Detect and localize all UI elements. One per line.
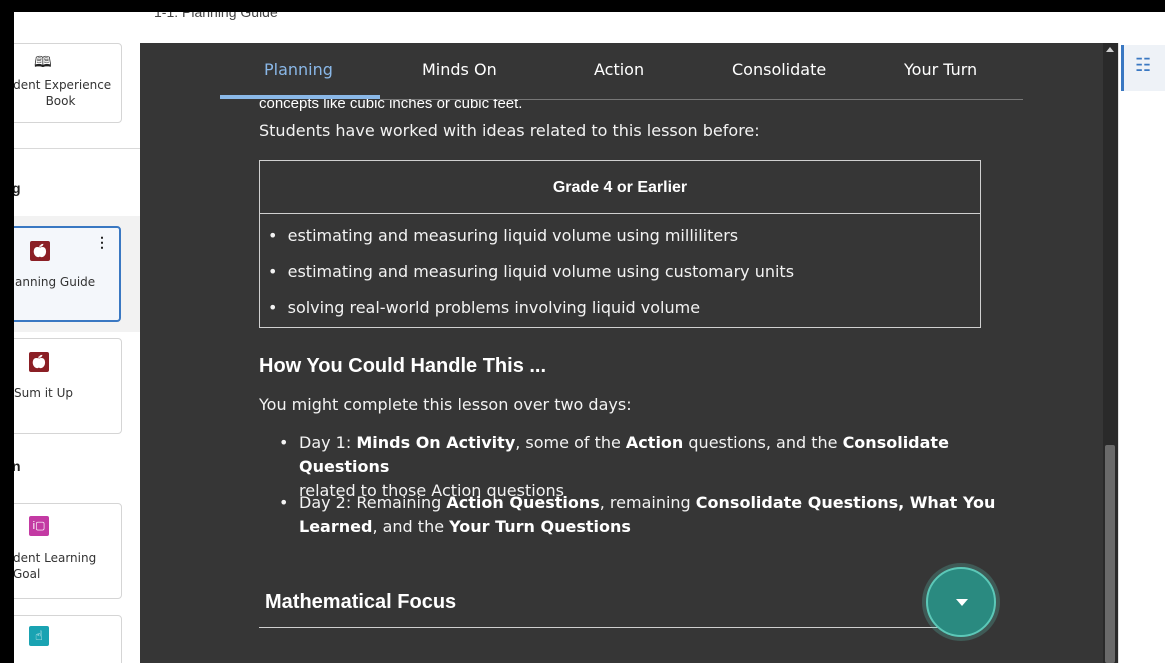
expand-section-button[interactable] xyxy=(926,567,996,637)
scrollbar[interactable] xyxy=(1103,43,1118,663)
list-item: • estimating and measuring liquid volume… xyxy=(268,262,795,281)
sidebar-section-label: n xyxy=(14,458,21,474)
intro-text: Students have worked with ideas related … xyxy=(259,121,760,140)
active-tab-indicator xyxy=(220,95,380,99)
chevron-down-icon xyxy=(956,599,968,606)
tab-bar: Planning Minds On Action Consolidate You… xyxy=(220,43,1023,100)
window-frame-left xyxy=(0,0,14,663)
list-item: • estimating and measuring liquid volume… xyxy=(268,226,739,245)
apple-icon: 🍎︎ xyxy=(29,352,49,372)
sidebar-item-activity[interactable]: ☝︎ xyxy=(14,615,122,663)
scrollbar-thumb[interactable] xyxy=(1105,445,1115,663)
list-icon: ☷ xyxy=(1135,55,1152,75)
grade-table: Grade 4 or Earlier • estimating and meas… xyxy=(259,160,981,328)
hand-pointer-icon: ☝︎ xyxy=(29,626,49,646)
sidebar-item-label: anning Guide xyxy=(15,275,96,289)
list-item: • solving real-world problems involving … xyxy=(268,298,701,317)
sidebar-item-experience-book[interactable]: 🕮 ident Experience Book xyxy=(14,43,122,123)
breadcrumb-text: 1-1: Planning Guide xyxy=(154,12,278,20)
sidebar-item-planning-guide[interactable]: 🍎︎ ⋮ anning Guide xyxy=(14,226,121,322)
handle-intro-text: You might complete this lesson over two … xyxy=(259,395,632,414)
list-item-day2: • Day 2: Remaining Action Questions, rem… xyxy=(279,493,996,536)
tab-minds-on[interactable]: Minds On xyxy=(422,60,497,79)
section-heading-handle: How You Could Handle This ... xyxy=(259,355,547,377)
section-divider xyxy=(259,627,974,628)
sidebar-divider xyxy=(14,148,140,149)
learning-goal-icon: i▢ xyxy=(29,516,49,536)
apple-icon: 🍎︎ xyxy=(30,241,50,261)
breadcrumb: 1-1: Planning Guide xyxy=(140,12,1165,43)
sidebar-item-label: Sum it Up xyxy=(14,386,73,400)
sidebar-item-sum-it-up[interactable]: 🍎︎ Sum it Up xyxy=(14,338,122,434)
table-heading: Grade 4 or Earlier xyxy=(260,161,980,214)
book-icon: 🕮 xyxy=(34,54,52,71)
right-rail: ☷ xyxy=(1118,43,1165,663)
content-panel[interactable]: Planning Minds On Action Consolidate You… xyxy=(140,43,1103,663)
sidebar-item-label: dent Learning Goal xyxy=(14,551,97,581)
window-frame-top xyxy=(0,0,1165,12)
section-heading-focus: Mathematical Focus xyxy=(265,591,457,613)
lesson-sidebar[interactable]: 🕮 ident Experience Book g 🍎︎ ⋮ anning Gu… xyxy=(14,12,140,663)
tab-consolidate[interactable]: Consolidate xyxy=(732,60,826,79)
sidebar-section-label: g xyxy=(14,180,21,196)
tab-planning[interactable]: Planning xyxy=(264,60,333,79)
sidebar-item-learning-goal[interactable]: i▢ dent Learning Goal xyxy=(14,503,122,599)
table-of-contents-button[interactable]: ☷ xyxy=(1121,45,1165,91)
scroll-up-icon[interactable] xyxy=(1106,47,1114,52)
tab-action[interactable]: Action xyxy=(594,60,644,79)
more-options-icon[interactable]: ⋮ xyxy=(95,234,109,251)
sidebar-item-label: ident Experience Book xyxy=(14,78,112,108)
tab-your-turn[interactable]: Your Turn xyxy=(904,60,977,79)
